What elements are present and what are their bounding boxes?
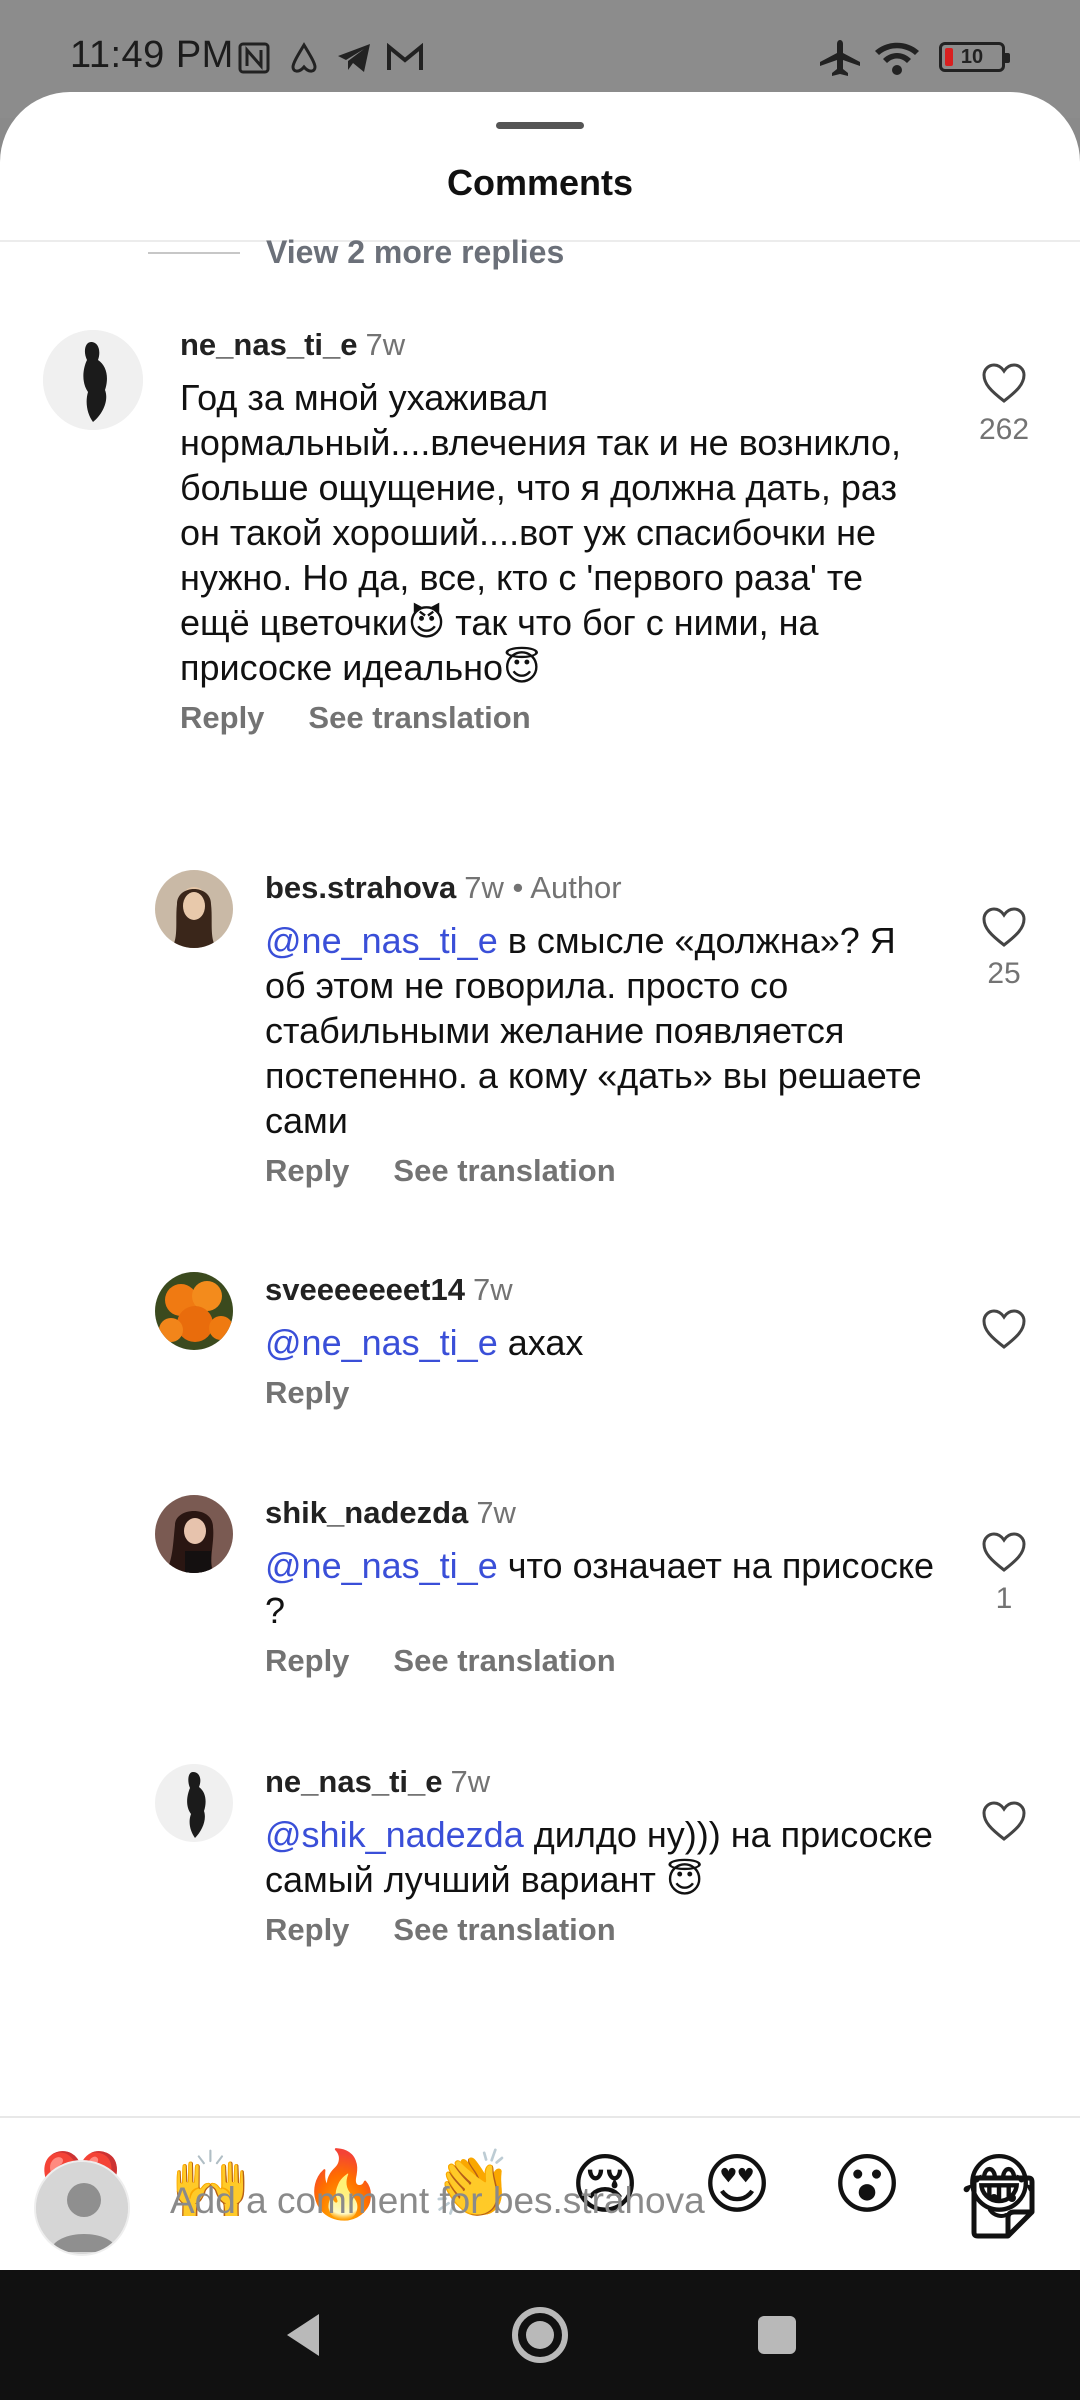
heart-icon[interactable] [981,362,1027,404]
comment-time: 7w [365,327,406,362]
comment-text: Год за мной ухаживал нормальный....влече… [180,375,940,690]
like-control[interactable]: 25 [969,906,1039,991]
comment-text: @ne_nas_ti_e что означает на присоске ? [265,1543,945,1633]
like-count: 25 [987,957,1021,990]
comment-username[interactable]: ne_nas_ti_e [180,327,358,362]
heart-icon[interactable] [981,1531,1027,1573]
like-control[interactable] [969,1308,1039,1355]
avatar[interactable] [155,870,233,948]
comment-input[interactable]: Add a comment for bes.strahova [170,2180,705,2222]
recents-icon[interactable] [755,2313,799,2357]
reply-item: ne_nas_ti_e 7w @shik_nadezda дилдо ну))) … [0,1764,1080,2004]
avatar[interactable] [155,1764,233,1842]
mention-link[interactable]: @ne_nas_ti_e [265,920,498,961]
comment-header: bes.strahova 7w • Author [265,870,945,906]
comments-sheet: Comments View 2 more replies ne_nas_ti_e… [0,92,1080,2270]
comment-body: ахах [497,1322,584,1363]
see-translation-button[interactable]: See translation [308,700,530,736]
view-more-replies[interactable]: View 2 more replies [148,234,564,271]
comment-username[interactable]: bes.strahova [265,870,456,905]
view-more-replies-label[interactable]: View 2 more replies [266,234,564,271]
heart-icon[interactable] [981,1800,1027,1842]
see-translation-button[interactable]: See translation [393,1912,615,1948]
comment-username[interactable]: shik_nadezda [265,1495,468,1530]
comment-time: 7w [476,1495,516,1530]
see-translation-button[interactable]: See translation [393,1153,615,1189]
comment-text: @ne_nas_ti_e ахах [265,1320,945,1365]
like-count: 1 [995,1582,1013,1615]
avatar[interactable] [155,1495,233,1573]
back-icon[interactable] [281,2310,325,2360]
author-badge: • Author [512,870,622,905]
see-translation-button[interactable]: See translation [393,1643,615,1679]
airbnb-icon [286,38,322,78]
comment-header: sveeeeeeet14 7w [265,1272,945,1308]
reply-button[interactable]: Reply [265,1643,349,1679]
comment-time: 7w [450,1764,491,1799]
mention-link[interactable]: @shik_nadezda [265,1814,524,1855]
reply-item: sveeeeeeet14 7w @ne_nas_ti_e ахах Reply [0,1272,1080,1422]
telegram-icon [334,38,374,78]
comment-actions: Reply See translation [180,700,940,736]
like-control[interactable] [969,1800,1039,1847]
recents-button[interactable] [742,2300,812,2370]
comment-header: shik_nadezda 7w [265,1495,945,1531]
mention-link[interactable]: @ne_nas_ti_e [265,1545,498,1586]
home-button[interactable] [505,2300,575,2370]
reply-button[interactable]: Reply [265,1375,349,1411]
comment-header: ne_nas_ti_e 7w [180,327,940,363]
mention-link[interactable]: @ne_nas_ti_e [265,1322,498,1363]
comment-text: @shik_nadezda дилдо ну))) на присоске са… [265,1812,945,1902]
comment-item: ne_nas_ti_e 7w Год за мной ухаживал норма… [0,327,1080,735]
reply-button[interactable]: Reply [265,1153,349,1189]
comment-header: ne_nas_ti_e 7w [265,1764,945,1800]
comment-username[interactable]: ne_nas_ti_e [265,1764,443,1799]
reply-button[interactable]: Reply [265,1912,349,1948]
status-time: 11:49 PM [70,34,234,76]
comment-actions: Reply See translation [265,1912,945,1948]
composer-divider [0,2116,1080,2118]
heart-icon[interactable] [981,906,1027,948]
comment-actions: Reply See translation [265,1643,945,1679]
drag-handle[interactable] [496,122,584,129]
comment-text: @ne_nas_ti_e в смысле «должна»? Я об это… [265,918,945,1143]
reply-button[interactable]: Reply [180,700,264,736]
sticker-icon[interactable] [968,2172,1038,2242]
comment-body: Год за мной ухаживал нормальный....влече… [180,377,902,688]
avatar[interactable] [155,1272,233,1350]
avatar[interactable] [43,330,143,430]
battery-percent: 10 [960,45,984,68]
battery-icon: 10 [939,42,1010,72]
like-control[interactable]: 262 [969,362,1039,447]
airplane-mode-icon [816,38,864,78]
like-count: 262 [978,413,1030,446]
comment-actions: Reply See translation [265,1153,945,1189]
gmail-icon [384,38,426,78]
comment-time: 7w [464,870,504,905]
comment-username[interactable]: sveeeeeeet14 [265,1272,465,1307]
reply-item: shik_nadezda 7w @ne_nas_ti_e что означает… [0,1495,1080,1678]
comment-composer: Add a comment for bes.strahova [0,2150,1080,2270]
system-nav-bar [0,2270,1080,2400]
nfc-icon [236,38,272,78]
replies-line [148,251,240,254]
comment-time: 7w [472,1272,513,1307]
my-avatar [34,2160,130,2256]
comment-actions: Reply [265,1375,945,1411]
heart-icon[interactable] [981,1308,1027,1350]
like-control[interactable]: 1 [969,1531,1039,1616]
back-button[interactable] [268,2300,338,2370]
battery-level-fill [945,48,953,66]
home-icon[interactable] [510,2305,570,2365]
sheet-title: Comments [446,162,634,203]
wifi-icon [872,38,922,78]
reply-item: bes.strahova 7w • Author @ne_nas_ti_e в с… [0,870,1080,1188]
